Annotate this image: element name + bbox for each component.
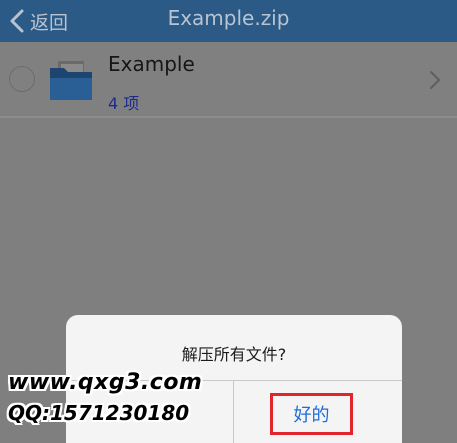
page-title: Example.zip [167, 6, 290, 30]
watermark: www.qxg3.com QQ:1571230180 [8, 368, 202, 428]
select-radio[interactable] [9, 66, 35, 92]
item-title: Example [108, 52, 195, 76]
alert-message: 解压所有文件? [181, 345, 287, 364]
item-count: 4 项 [108, 94, 140, 113]
watermark-qq: QQ:1571230180 [8, 401, 190, 425]
list-item[interactable]: Example 4 项 [0, 42, 457, 116]
watermark-url: www.qxg3.com [8, 370, 203, 395]
ok-button[interactable]: 好的 [270, 393, 353, 435]
alert-button-divider [233, 380, 234, 443]
navigation-bar: 返回 Example.zip [0, 0, 457, 42]
chevron-right-icon [430, 71, 440, 89]
folder-icon [50, 61, 92, 100]
screen: 返回 Example.zip Example 4 项 解压所有文件? 好的 ww… [0, 0, 457, 443]
file-list: Example 4 项 [0, 42, 457, 118]
